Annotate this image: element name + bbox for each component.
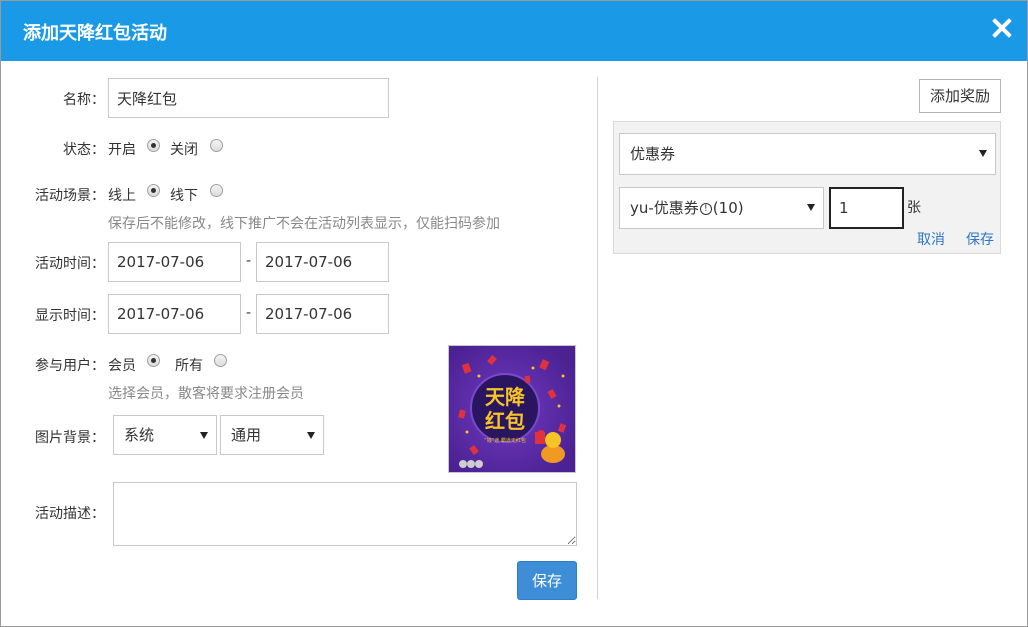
- scene-option-offline-label: 线下: [170, 188, 198, 204]
- vertical-divider: [597, 77, 598, 599]
- activity-time-label: 活动时间：: [35, 256, 105, 272]
- participants-label: 参与用户：: [35, 358, 105, 374]
- display-start-date-input[interactable]: [108, 294, 241, 334]
- background-style-select[interactable]: 通用: [220, 415, 324, 455]
- status-on-radio[interactable]: [147, 139, 160, 152]
- name-input[interactable]: [108, 78, 389, 118]
- activity-start-date-input[interactable]: [108, 242, 241, 282]
- scene-option-online-label: 线上: [108, 188, 136, 204]
- reward-type-value: 优惠券: [630, 145, 676, 163]
- red-packet-poster: 天降 红包 “钱”途 霸道无红包: [449, 346, 575, 472]
- add-red-packet-dialog: 添加天降红包活动 名称： 状态： 开启 关闭 活动场景： 线上 线下 保存后不能…: [0, 0, 1028, 627]
- activity-end-date-input[interactable]: [256, 242, 389, 282]
- status-off-radio[interactable]: [210, 139, 223, 152]
- description-textarea[interactable]: [113, 482, 577, 546]
- background-label: 图片背景：: [35, 430, 105, 446]
- save-button[interactable]: 保存: [517, 561, 577, 600]
- coupon-select[interactable]: yu-优惠券! (10): [619, 187, 824, 229]
- add-reward-button[interactable]: 添加奖励: [919, 79, 1001, 113]
- background-preview-image: 天降 红包 “钱”途 霸道无红包: [448, 345, 576, 473]
- participants-option-member-label: 会员: [108, 358, 136, 374]
- status-option-on-label: 开启: [108, 142, 136, 158]
- scene-offline-radio[interactable]: [210, 184, 223, 197]
- participants-member-radio[interactable]: [147, 354, 160, 367]
- coupon-value: yu-优惠券: [630, 199, 699, 217]
- participants-option-all-label: 所有: [175, 358, 203, 374]
- background-style-value: 通用: [231, 426, 262, 444]
- background-type-select[interactable]: 系统: [113, 415, 217, 455]
- chevron-down-icon: [807, 204, 815, 211]
- name-label: 名称：: [63, 92, 105, 108]
- coupon-count: (10): [712, 199, 744, 217]
- activity-time-separator: -: [246, 253, 252, 269]
- status-label: 状态：: [63, 142, 105, 158]
- poster-title-line2: 红包: [485, 409, 525, 433]
- save-reward-link[interactable]: 保存: [966, 229, 994, 249]
- participants-hint: 选择会员，散客将要求注册会员: [108, 386, 304, 402]
- description-label: 活动描述：: [35, 506, 105, 522]
- quantity-unit: 张: [907, 200, 921, 216]
- display-time-label: 显示时间：: [35, 308, 105, 324]
- scene-online-radio[interactable]: [147, 184, 160, 197]
- poster-tagline: “钱”途 霸道无红包: [484, 437, 526, 444]
- scene-hint: 保存后不能修改，线下推广不会在活动列表显示，仅能扫码参加: [108, 216, 500, 232]
- scene-label: 活动场景：: [35, 188, 105, 204]
- info-circle-icon: !: [699, 202, 712, 215]
- poster-title-line1: 天降: [485, 385, 526, 409]
- participants-all-radio[interactable]: [214, 354, 227, 367]
- cancel-reward-link[interactable]: 取消: [917, 229, 945, 249]
- display-end-date-input[interactable]: [256, 294, 389, 334]
- dialog-title: 添加天降红包活动: [23, 23, 167, 44]
- chevron-down-icon: [979, 150, 987, 157]
- display-time-separator: -: [246, 305, 252, 321]
- reward-panel: 优惠券 yu-优惠券!(10) 张 取消 保存: [613, 121, 1001, 254]
- dialog-titlebar: 添加天降红包活动: [1, 1, 1027, 61]
- coupon-quantity-input[interactable]: [829, 187, 904, 229]
- chevron-down-icon: [307, 432, 315, 439]
- close-icon[interactable]: [989, 15, 1015, 41]
- status-option-off-label: 关闭: [170, 142, 198, 158]
- reward-type-select[interactable]: 优惠券: [619, 133, 996, 175]
- chevron-down-icon: [200, 432, 208, 439]
- background-type-value: 系统: [124, 426, 155, 444]
